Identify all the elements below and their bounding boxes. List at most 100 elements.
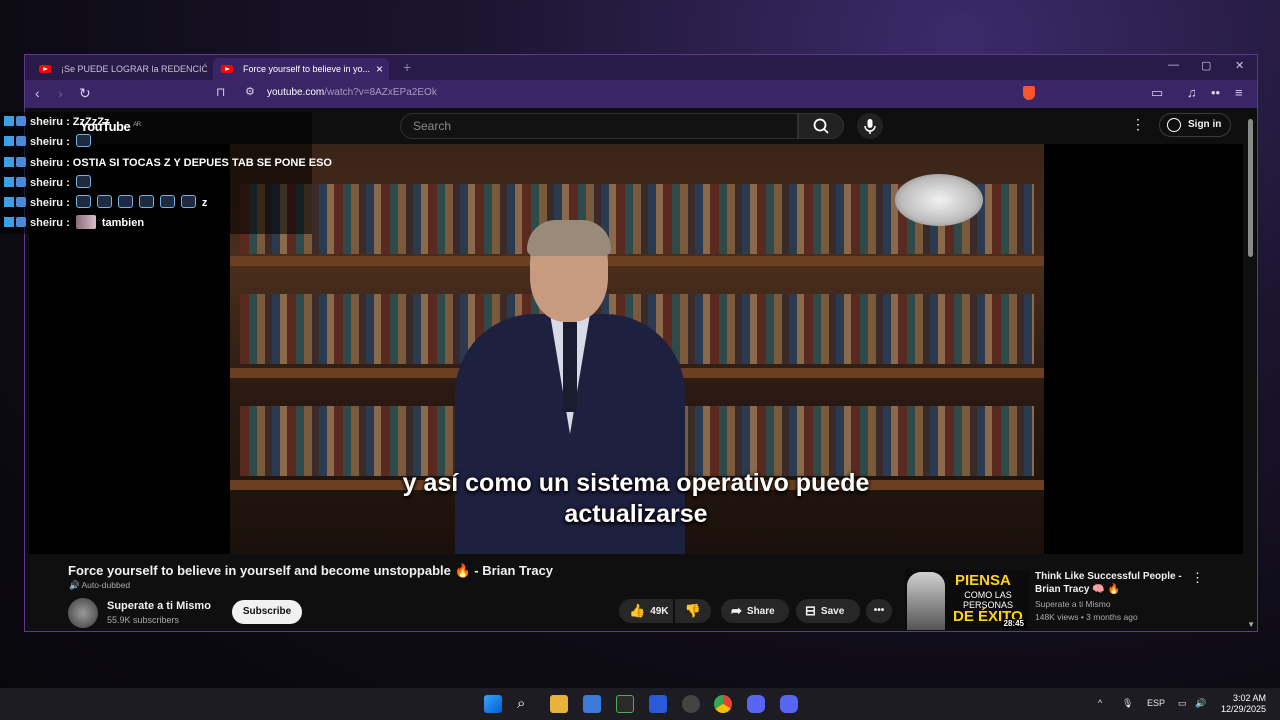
recommended-title[interactable]: Think Like Successful People - Brian Tra…	[1035, 570, 1185, 596]
voice-search-button[interactable]	[857, 113, 883, 139]
account-icon	[1167, 118, 1181, 132]
volume-icon[interactable]: 🔊	[1195, 698, 1206, 709]
emote-icon	[117, 195, 133, 209]
url-field[interactable]: youtube.com/watch?v=8AZxEPa2EOk	[267, 87, 437, 98]
chat-text: tambien	[101, 217, 145, 230]
save-label: Save	[820, 606, 845, 617]
vpn-icon[interactable]: ••	[1211, 85, 1220, 100]
app-icon[interactable]	[682, 695, 700, 713]
emote-icon	[96, 195, 112, 209]
maximize-icon[interactable]: ▢	[1201, 59, 1211, 72]
badge-icon	[16, 176, 26, 187]
chat-message: sheiru :	[0, 132, 312, 152]
badge-icon	[4, 136, 14, 147]
emote-icon	[75, 134, 91, 148]
chat-username: sheiru	[30, 116, 64, 128]
recommended-more-icon[interactable]: ⋮	[1191, 570, 1204, 586]
search-icon[interactable]: ⌕	[517, 695, 535, 713]
tab-force-yourself[interactable]: Force yourself to believe in yo... ×	[213, 58, 389, 80]
url-host: youtube.com	[267, 87, 325, 98]
chat-message: sheiru : tambien	[0, 213, 312, 233]
chat-username: sheiru	[30, 217, 64, 230]
auto-dubbed-text: Auto-dubbed	[81, 580, 131, 590]
store-icon[interactable]	[583, 695, 601, 713]
share-label: Share	[746, 606, 775, 617]
chat-message: sheiru : z	[0, 193, 312, 213]
badge-icon	[4, 156, 14, 167]
settings-more-icon[interactable]: ⋮	[1131, 116, 1145, 133]
thumbs-down-icon: 👎	[684, 603, 702, 618]
chat-username: sheiru	[30, 136, 64, 149]
discord-icon[interactable]	[780, 695, 798, 713]
youtube-favicon-icon	[39, 65, 51, 73]
file-explorer-icon[interactable]	[550, 695, 568, 713]
channel-name[interactable]: Superate a ti Mismo	[107, 600, 211, 612]
cast-icon[interactable]: ▭	[1151, 85, 1163, 101]
share-button[interactable]: ➦ Share	[721, 599, 789, 623]
back-icon[interactable]: ‹	[35, 85, 40, 101]
badge-icon	[16, 136, 26, 147]
auto-dubbed-label: 🔊 Auto-dubbed	[69, 580, 131, 590]
tray-chevron-icon[interactable]: ^	[1098, 698, 1102, 708]
subscribe-button[interactable]: Subscribe	[232, 600, 302, 624]
page-scrollbar[interactable]	[1248, 119, 1253, 257]
network-icon[interactable]: ▭	[1178, 698, 1187, 709]
more-actions-button[interactable]: •••	[866, 599, 892, 623]
save-playlist-icon: ⊟	[805, 603, 816, 618]
search-input[interactable]: Search	[400, 113, 798, 139]
close-window-icon[interactable]: ✕	[1235, 59, 1244, 72]
close-tab-icon[interactable]: ×	[376, 58, 383, 80]
chat-message: sheiru :	[0, 173, 312, 193]
chrome-icon[interactable]	[714, 695, 732, 713]
like-button[interactable]: 👍 49K	[619, 599, 673, 623]
emote-icon	[75, 174, 91, 188]
reload-icon[interactable]: ↻	[79, 85, 91, 102]
brave-shield-icon[interactable]	[1023, 86, 1035, 100]
chat-text: OSTIA SI TOCAS Z Y DEPUES TAB SE PONE ES…	[72, 156, 332, 169]
chat-username: sheiru	[30, 176, 64, 189]
badge-icon	[16, 197, 26, 208]
video-duration: 28:45	[1001, 619, 1026, 628]
chat-overlay: sheiru : ZzZzZz sheiru : sheiru : OSTIA …	[0, 112, 332, 234]
badge-icon	[4, 116, 14, 126]
discord-icon[interactable]	[747, 695, 765, 713]
thumbs-up-icon: 👍	[629, 603, 646, 618]
chat-username: sheiru	[30, 197, 64, 210]
microphone-icon[interactable]: 🎙	[1122, 698, 1133, 709]
clock-date: 12/29/2025	[1220, 704, 1266, 714]
clock[interactable]: 3:02 AM 12/29/2025	[1218, 693, 1266, 715]
language-indicator[interactable]: ESP	[1147, 698, 1165, 708]
tab-redencion[interactable]: ¡Se PUEDE LOGRAR la REDENCIÓN!...	[31, 58, 207, 80]
site-info-icon[interactable]: ⚙	[245, 85, 255, 98]
scroll-down-icon[interactable]: ▼	[1247, 620, 1255, 629]
region-code: AR	[133, 121, 141, 128]
forward-icon[interactable]: ›	[58, 85, 63, 101]
like-count: 49K	[650, 606, 669, 617]
menu-icon[interactable]: ≡	[1235, 85, 1243, 100]
dislike-button[interactable]: 👎	[675, 599, 711, 623]
new-tab-icon[interactable]: +	[403, 59, 411, 75]
clock-time: 3:02 AM	[1232, 693, 1266, 703]
badge-icon	[16, 116, 26, 126]
channel-avatar[interactable]	[68, 598, 98, 628]
recommended-channel[interactable]: Superate a ti Mismo	[1035, 599, 1111, 609]
tab-label: ¡Se PUEDE LOGRAR la REDENCIÓN!...	[61, 64, 207, 74]
search-icon	[813, 118, 829, 134]
search-button[interactable]	[798, 113, 844, 139]
video-title: Force yourself to believe in yourself an…	[68, 563, 554, 578]
recommended-thumbnail[interactable]: PIENSA COMO LAS PERSONAS DE ÉXITO 28:45	[905, 570, 1029, 630]
windows-start-icon[interactable]	[484, 695, 502, 713]
bookmark-icon[interactable]: ⊓	[216, 85, 225, 99]
tab-bar: ¡Se PUEDE LOGRAR la REDENCIÓN!... Force …	[25, 55, 1257, 80]
terminal-icon[interactable]	[616, 695, 634, 713]
more-horizontal-icon: •••	[873, 605, 885, 616]
music-icon[interactable]: ♫	[1187, 85, 1197, 100]
save-button[interactable]: ⊟ Save	[796, 599, 860, 623]
app-icon[interactable]	[649, 695, 667, 713]
badge-icon	[16, 156, 26, 167]
thumbnail-person	[907, 572, 945, 630]
badge-icon	[4, 176, 14, 187]
youtube-logo[interactable]: YouTube AR	[80, 119, 141, 134]
sign-in-button[interactable]: Sign in	[1159, 113, 1231, 137]
minimize-icon[interactable]: —	[1168, 59, 1179, 71]
